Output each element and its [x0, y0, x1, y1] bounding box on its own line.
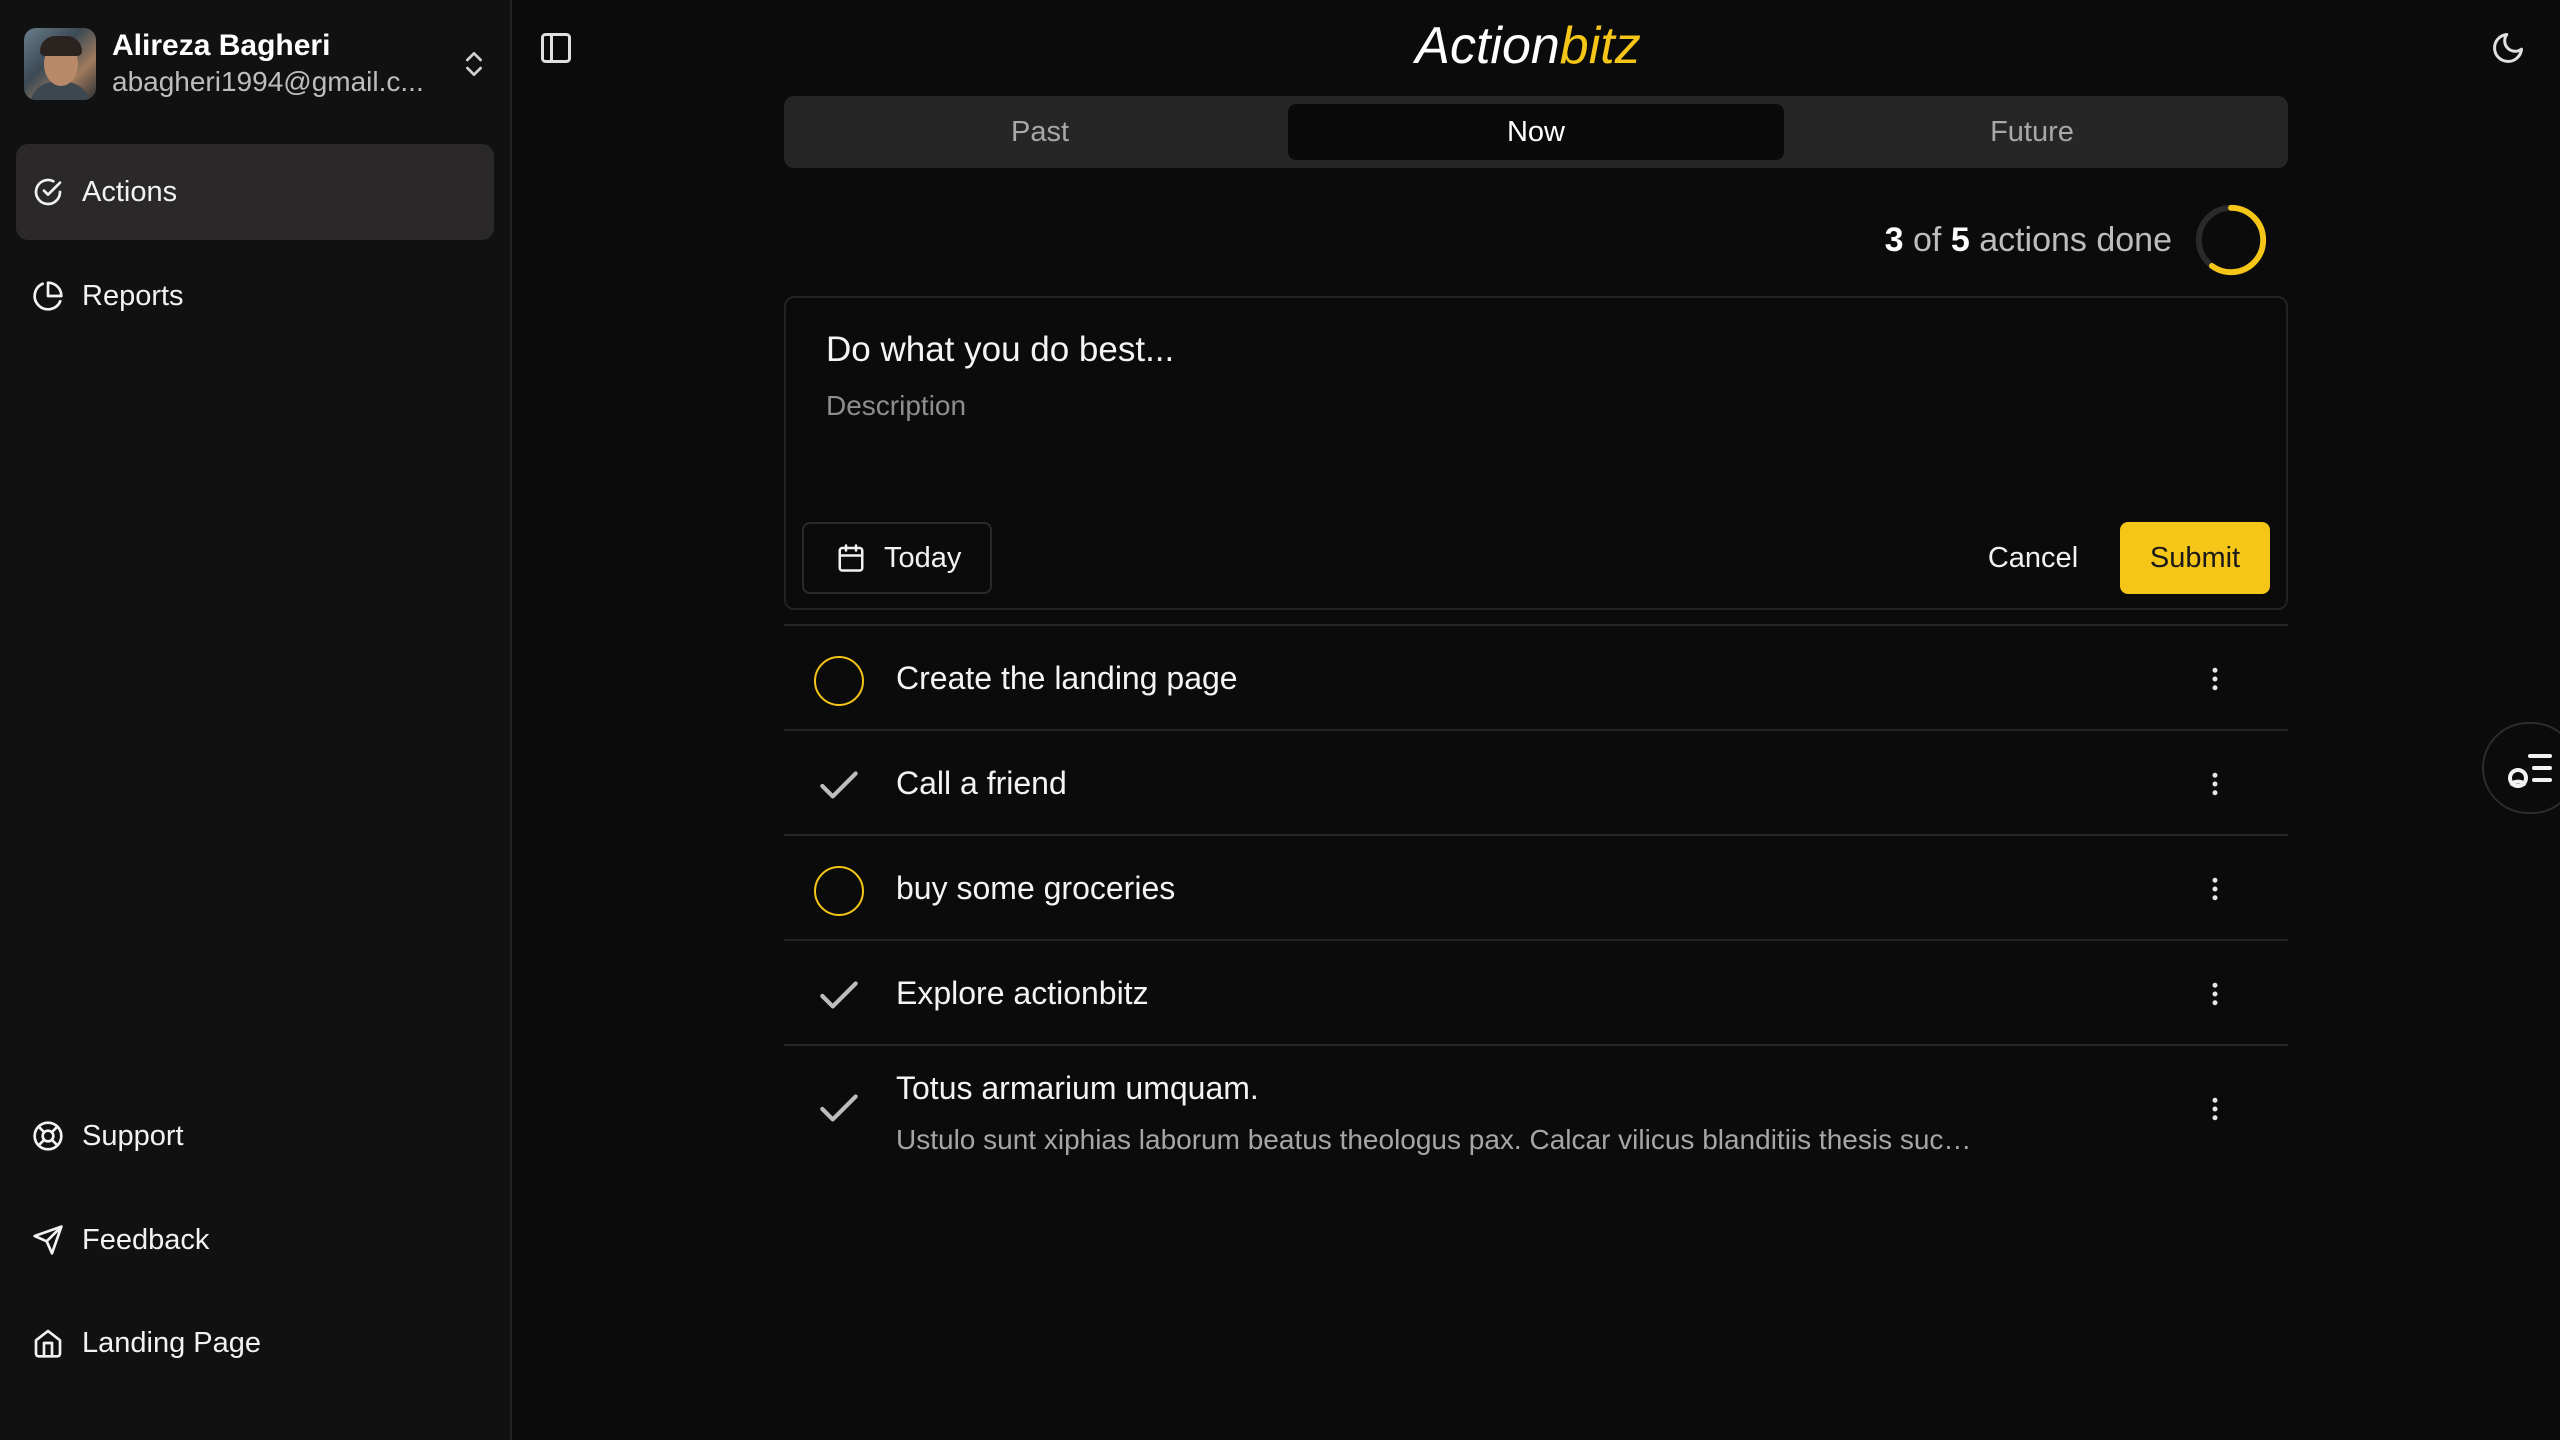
progress-summary: 3 of 5 actions done	[1600, 200, 2270, 280]
user-name: Alireza Bagheri	[112, 29, 331, 62]
sidebar-item-support[interactable]: Support	[16, 1088, 494, 1184]
date-label: Today	[884, 541, 962, 574]
sidebar-item-label: Landing Page	[82, 1326, 261, 1359]
check-circle-icon	[34, 178, 62, 206]
progress-total: 5	[1950, 220, 1970, 259]
more-vertical-icon[interactable]	[2200, 767, 2230, 801]
check-icon[interactable]	[814, 1084, 864, 1134]
progress-ring	[2195, 204, 2267, 276]
tab-now[interactable]: Now	[1288, 104, 1784, 160]
progress-done: 3	[1884, 220, 1904, 259]
action-title: buy some groceries	[896, 870, 1176, 906]
avatar	[24, 28, 96, 100]
sidebar: Alireza Bagheri abagheri1994@gmail.c... …	[0, 0, 512, 1440]
chevron-up-down-icon	[466, 52, 482, 76]
sidebar-item-landing-page[interactable]: Landing Page	[16, 1295, 494, 1391]
list-item[interactable]: buy some groceries	[784, 836, 2288, 941]
logo-text-accent: bitz	[1559, 17, 1641, 75]
action-description-input[interactable]: Description	[826, 390, 966, 422]
life-buoy-icon	[33, 1121, 63, 1151]
new-action-form: Do what you do best... Description Today…	[784, 296, 2288, 610]
panel-left-icon[interactable]	[538, 30, 574, 66]
submit-button[interactable]: Submit	[2120, 522, 2270, 594]
date-picker-button[interactable]: Today	[802, 522, 992, 594]
sidebar-item-reports[interactable]: Reports	[16, 248, 494, 344]
tab-future[interactable]: Future	[1784, 104, 2280, 160]
progress-suffix: actions done	[1979, 220, 2172, 259]
progress-of: of	[1913, 220, 1942, 259]
sidebar-item-actions[interactable]: Actions	[16, 144, 494, 240]
sidebar-item-label: Reports	[82, 279, 184, 312]
action-title-input[interactable]: Do what you do best...	[826, 330, 1174, 370]
calendar-icon	[838, 544, 864, 572]
app: Alireza Bagheri abagheri1994@gmail.c... …	[0, 0, 2560, 1440]
action-title: Call a friend	[896, 765, 1067, 801]
action-title: Totus armarium umquam.	[896, 1070, 1259, 1106]
check-icon[interactable]	[814, 971, 864, 1021]
more-vertical-icon[interactable]	[2200, 662, 2230, 696]
progress-text: 3 of 5 actions done	[1885, 221, 2172, 260]
sidebar-item-label: Support	[82, 1119, 184, 1152]
action-title: Create the landing page	[896, 660, 1238, 696]
user-email: abagheri1994@gmail.c...	[112, 66, 424, 97]
more-vertical-icon[interactable]	[2200, 1092, 2230, 1126]
list-item[interactable]: Totus armarium umquam. Ustulo sunt xiphi…	[784, 1046, 2288, 1172]
cancel-button[interactable]: Cancel	[1980, 522, 2086, 594]
send-icon	[33, 1225, 63, 1255]
tab-past[interactable]: Past	[792, 104, 1288, 160]
list-user-icon	[2508, 754, 2552, 788]
todo-checkbox[interactable]	[814, 656, 864, 706]
sidebar-item-feedback[interactable]: Feedback	[16, 1192, 494, 1288]
time-tabs: Past Now Future	[784, 96, 2288, 168]
more-vertical-icon[interactable]	[2200, 872, 2230, 906]
action-title: Explore actionbitz	[896, 975, 1149, 1011]
moon-icon[interactable]	[2490, 30, 2526, 66]
check-icon[interactable]	[814, 761, 864, 811]
list-item[interactable]: Call a friend	[784, 731, 2288, 836]
user-switcher[interactable]: Alireza Bagheri abagheri1994@gmail.c...	[24, 26, 490, 102]
todo-checkbox[interactable]	[814, 866, 864, 916]
floating-menu-button[interactable]	[2482, 722, 2560, 814]
action-description: Ustulo sunt xiphias laborum beatus theol…	[896, 1124, 1976, 1155]
sidebar-item-label: Actions	[82, 175, 178, 208]
list-item[interactable]: Explore actionbitz	[784, 941, 2288, 1046]
logo-text: Action	[1415, 17, 1560, 75]
home-icon	[34, 1329, 62, 1358]
list-item[interactable]: Create the landing page	[784, 626, 2288, 731]
action-list: Create the landing page Call a friend bu…	[784, 624, 2288, 1172]
more-vertical-icon[interactable]	[2200, 977, 2230, 1011]
sidebar-item-label: Feedback	[82, 1223, 210, 1256]
pie-chart-icon	[33, 281, 63, 311]
